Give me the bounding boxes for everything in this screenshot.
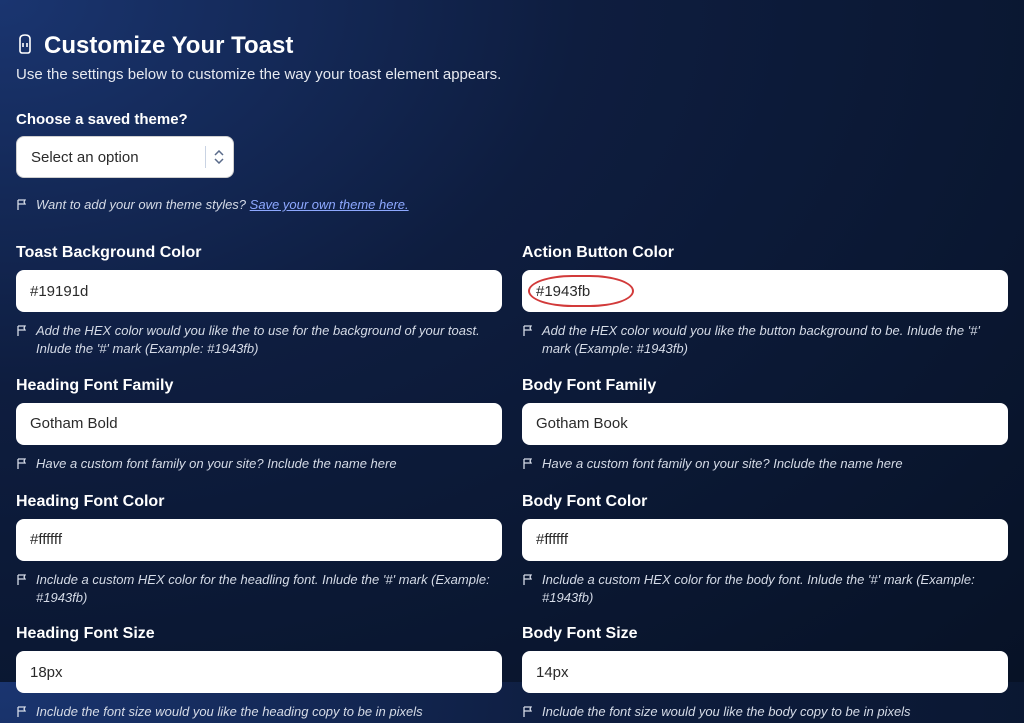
heading-size-hint: Include the font size would you like the…: [36, 703, 423, 721]
flag-icon: [522, 705, 534, 723]
flag-icon: [522, 573, 534, 591]
heading-color-hint: Include a custom HEX color for the headl…: [36, 571, 502, 607]
save-theme-link[interactable]: Save your own theme here.: [250, 197, 409, 212]
body-size-hint: Include the font size would you like the…: [542, 703, 911, 721]
action-color-input[interactable]: [522, 270, 1008, 312]
body-font-hint: Have a custom font family on your site? …: [542, 455, 903, 473]
body-color-input[interactable]: [522, 519, 1008, 561]
page-title: Customize Your Toast: [44, 32, 293, 60]
flag-icon: [16, 198, 28, 216]
heading-color-input[interactable]: [16, 519, 502, 561]
body-color-label: Body Font Color: [522, 493, 1008, 511]
heading-size-label: Heading Font Size: [16, 625, 502, 643]
body-font-label: Body Font Family: [522, 377, 1008, 395]
toast-icon: [16, 33, 34, 60]
heading-font-hint: Have a custom font family on your site? …: [36, 455, 397, 473]
flag-icon: [16, 705, 28, 723]
action-color-hint: Add the HEX color would you like the but…: [542, 322, 1008, 358]
flag-icon: [16, 457, 28, 475]
flag-icon: [522, 324, 534, 342]
heading-size-input[interactable]: [16, 651, 502, 693]
bg-color-hint: Add the HEX color would you like the to …: [36, 322, 502, 358]
theme-hint: Want to add your own theme styles? Save …: [16, 196, 1008, 216]
bg-color-input[interactable]: [16, 270, 502, 312]
heading-font-label: Heading Font Family: [16, 377, 502, 395]
body-size-label: Body Font Size: [522, 625, 1008, 643]
action-color-label: Action Button Color: [522, 244, 1008, 262]
flag-icon: [16, 324, 28, 342]
bg-color-label: Toast Background Color: [16, 244, 502, 262]
heading-font-input[interactable]: [16, 403, 502, 445]
theme-select[interactable]: Select an option: [16, 136, 234, 178]
page-subtitle: Use the settings below to customize the …: [16, 66, 1008, 83]
body-font-input[interactable]: [522, 403, 1008, 445]
flag-icon: [16, 573, 28, 591]
body-size-input[interactable]: [522, 651, 1008, 693]
flag-icon: [522, 457, 534, 475]
body-color-hint: Include a custom HEX color for the body …: [542, 571, 1008, 607]
theme-label: Choose a saved theme?: [16, 111, 1008, 128]
theme-hint-text: Want to add your own theme styles?: [36, 197, 250, 212]
heading-color-label: Heading Font Color: [16, 493, 502, 511]
